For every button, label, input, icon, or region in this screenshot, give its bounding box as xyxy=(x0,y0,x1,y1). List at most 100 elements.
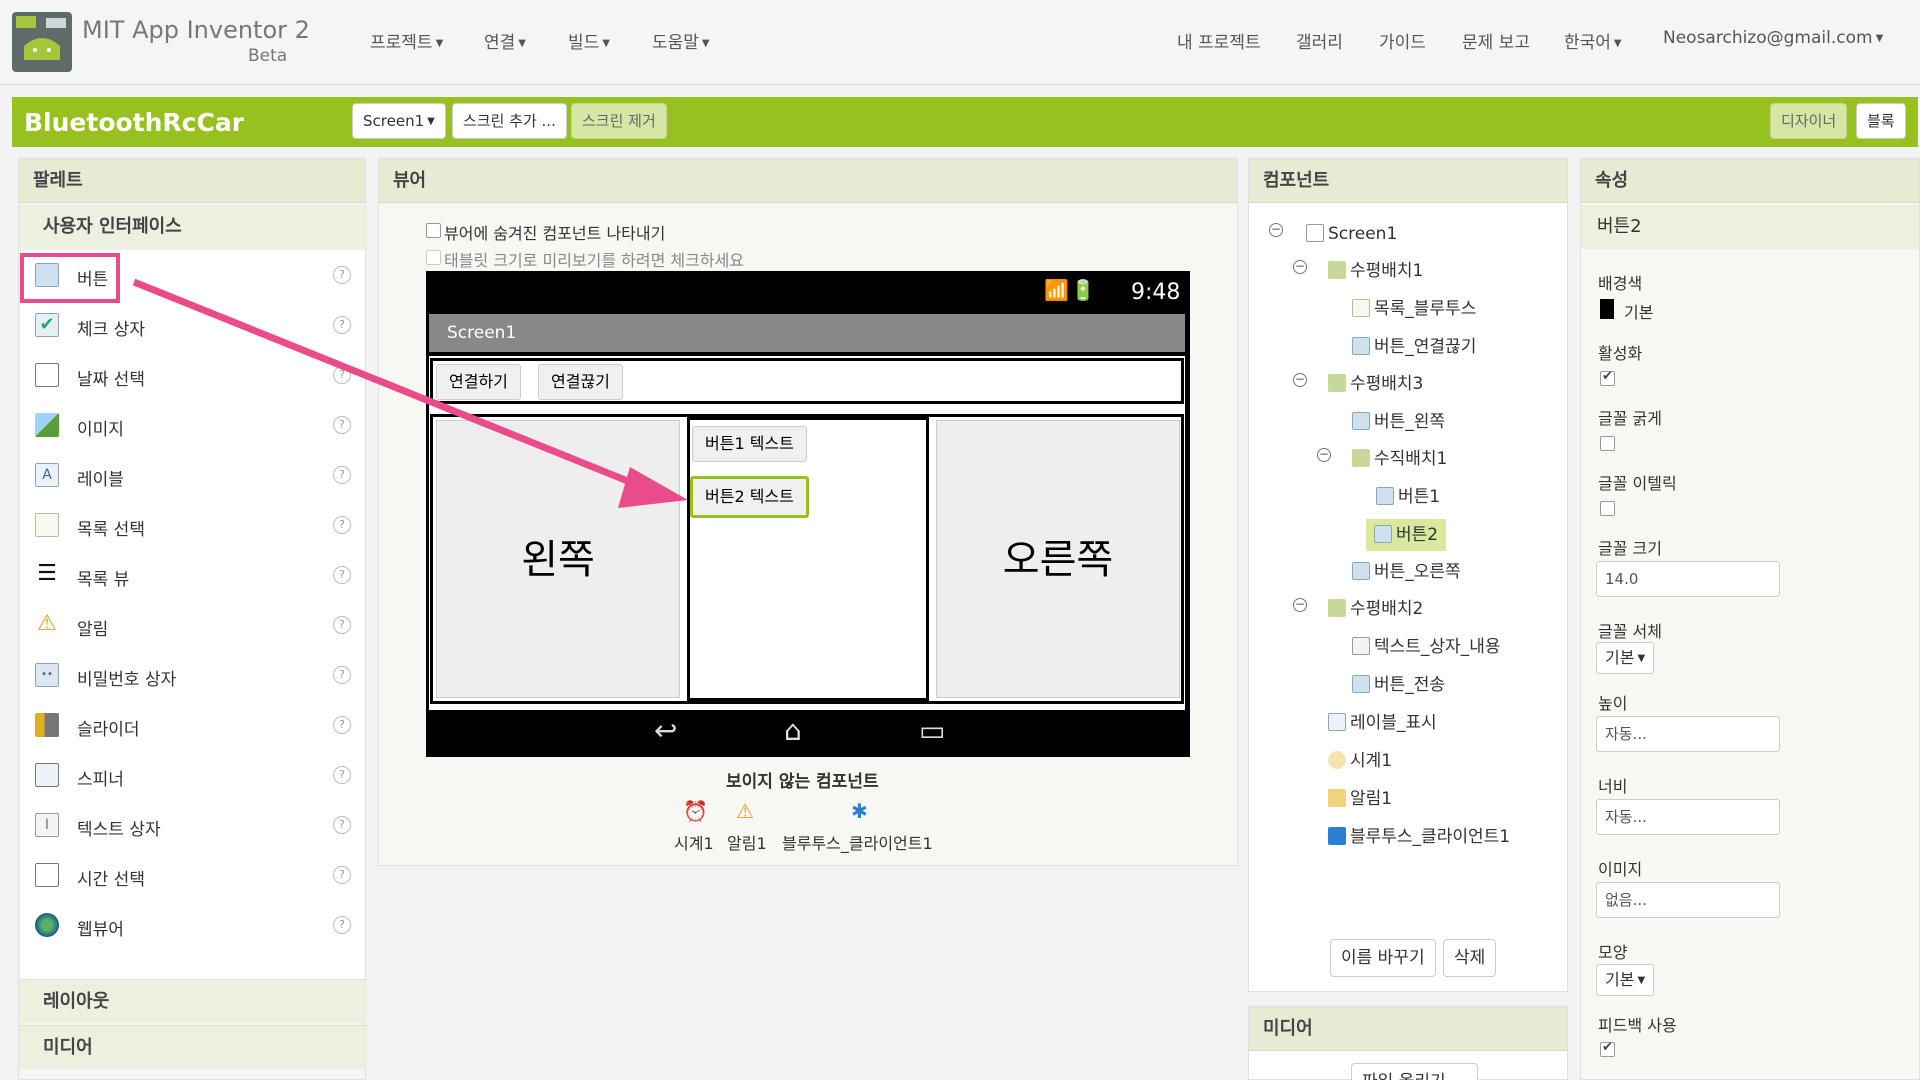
tree-btn-send[interactable]: 버튼_전송 xyxy=(1352,671,1445,699)
horizontal-arrangement-1[interactable]: 연결하기 연결끊기 xyxy=(430,358,1184,404)
tree-bluetooth-client1[interactable]: 블루투스_클라이언트1 xyxy=(1328,823,1510,851)
palette-item-spinner[interactable]: 스피너 ? xyxy=(21,751,365,801)
nav-gallery[interactable]: 갤러리 xyxy=(1296,28,1343,53)
button2-selected[interactable]: 버튼2 텍스트 xyxy=(690,476,809,518)
screen-select-dropdown[interactable]: Screen1 ▼ xyxy=(352,103,446,139)
account-menu[interactable]: Neosarchizo@gmail.com ▼ xyxy=(1663,28,1883,48)
tree-horizontal2[interactable]: 수평배치2 xyxy=(1328,595,1423,623)
help-icon[interactable]: ? xyxy=(333,266,351,284)
tree-label-display[interactable]: 레이블_표시 xyxy=(1328,709,1437,737)
help-icon[interactable]: ? xyxy=(333,616,351,634)
menu-build[interactable]: 빌드 ▼ xyxy=(568,28,610,53)
menu-help[interactable]: 도움말 ▼ xyxy=(652,28,710,53)
delete-button[interactable]: 삭제 xyxy=(1443,939,1497,977)
label-icon xyxy=(1328,713,1346,731)
bgcolor-value[interactable]: 기본 xyxy=(1624,299,1653,323)
nonvisible-notifier[interactable]: 알림1 xyxy=(727,830,767,854)
palette-item-image[interactable]: 이미지 ? xyxy=(21,401,365,451)
help-icon[interactable]: ? xyxy=(333,666,351,684)
palette-item-slider[interactable]: 슬라이더 ? xyxy=(21,701,365,751)
tree-button1[interactable]: 버튼1 xyxy=(1376,483,1440,511)
collapse-icon[interactable]: − xyxy=(1317,448,1331,462)
vertical-arrangement-1[interactable]: 버튼1 텍스트 버튼2 텍스트 xyxy=(687,417,929,701)
palette-item-notifier[interactable]: ⚠ 알림 ? xyxy=(21,601,365,651)
nonvisible-clock[interactable]: 시계1 xyxy=(674,830,714,854)
tree-btn-disconnect[interactable]: 버튼_연결끊기 xyxy=(1352,333,1476,361)
color-swatch[interactable] xyxy=(1600,299,1614,319)
help-icon[interactable]: ? xyxy=(333,466,351,484)
designer-button[interactable]: 디자이너 xyxy=(1770,103,1848,139)
help-icon[interactable]: ? xyxy=(333,366,351,384)
screen-content[interactable]: 연결하기 연결끊기 왼쪽 버튼1 텍스트 버튼2 텍스트 오른쪽 xyxy=(429,356,1185,710)
width-input[interactable]: 자동... xyxy=(1596,799,1780,835)
app-inventor-logo-icon[interactable] xyxy=(12,12,72,72)
enabled-checkbox[interactable] xyxy=(1600,369,1615,386)
button1[interactable]: 버튼1 텍스트 xyxy=(692,426,807,462)
tree-button2-selected[interactable]: 버튼2 xyxy=(1366,519,1447,551)
tree-vertical1[interactable]: 수직배치1 xyxy=(1352,445,1447,473)
palette-section-layout[interactable]: 레이아웃 xyxy=(19,979,367,1023)
tablet-preview-checkbox[interactable] xyxy=(426,250,441,265)
nav-guide[interactable]: 가이드 xyxy=(1379,28,1426,53)
help-icon[interactable]: ? xyxy=(333,416,351,434)
collapse-icon[interactable]: − xyxy=(1293,598,1307,612)
nav-my-projects[interactable]: 내 프로젝트 xyxy=(1177,28,1261,53)
fontsize-input[interactable]: 14.0 xyxy=(1596,561,1780,597)
palette-item-date-picker[interactable]: 날짜 선택 ? xyxy=(21,351,365,401)
palette-item-list-picker[interactable]: 목록 선택 ? xyxy=(21,501,365,551)
language-menu[interactable]: 한국어 ▼ xyxy=(1564,28,1622,53)
nonvisible-bluetooth[interactable]: 블루투스_클라이언트1 xyxy=(782,830,933,854)
help-icon[interactable]: ? xyxy=(333,516,351,534)
rename-button[interactable]: 이름 바꾸기 xyxy=(1330,939,1436,977)
shape-dropdown[interactable]: 기본 ▼ xyxy=(1596,964,1655,996)
palette-item-webviewer[interactable]: 웹뷰어 ? xyxy=(21,901,365,951)
help-icon[interactable]: ? xyxy=(333,916,351,934)
image-input[interactable]: 없음... xyxy=(1596,882,1780,918)
palette-section-media[interactable]: 미디어 xyxy=(19,1025,367,1069)
show-hidden-checkbox[interactable] xyxy=(426,223,441,238)
collapse-icon[interactable]: − xyxy=(1269,223,1283,237)
screen-title-bar[interactable]: Screen1 xyxy=(429,314,1185,352)
palette-item-time-picker[interactable]: 시간 선택 ? xyxy=(21,851,365,901)
help-icon[interactable]: ? xyxy=(333,866,351,884)
tree-screen1[interactable]: Screen1 xyxy=(1306,220,1397,248)
help-icon[interactable]: ? xyxy=(333,816,351,834)
add-screen-button[interactable]: 스크린 추가 ... xyxy=(452,103,567,139)
italic-checkbox[interactable] xyxy=(1600,501,1615,516)
collapse-icon[interactable]: − xyxy=(1293,260,1307,274)
tree-btn-left[interactable]: 버튼_왼쪽 xyxy=(1352,408,1445,436)
palette-item-checkbox[interactable]: ✔ 체크 상자 ? xyxy=(21,301,365,351)
fontface-dropdown[interactable]: 기본 ▼ xyxy=(1596,642,1655,674)
collapse-icon[interactable]: − xyxy=(1293,373,1307,387)
palette-item-label[interactable]: A 레이블 ? xyxy=(21,451,365,501)
tree-horizontal1[interactable]: 수평배치1 xyxy=(1328,257,1423,285)
tree-horizontal3[interactable]: 수평배치3 xyxy=(1328,370,1423,398)
right-button[interactable]: 오른쪽 xyxy=(936,420,1180,698)
disconnect-button[interactable]: 연결끊기 xyxy=(538,364,623,400)
horizontal-arrangement-3[interactable]: 왼쪽 버튼1 텍스트 버튼2 텍스트 오른쪽 xyxy=(430,414,1184,704)
left-button[interactable]: 왼쪽 xyxy=(436,420,680,698)
palette-section-user-interface[interactable]: 사용자 인터페이스 xyxy=(19,205,367,249)
tree-clock1[interactable]: 시계1 xyxy=(1328,747,1392,775)
height-input[interactable]: 자동... xyxy=(1596,716,1780,752)
tree-list-bluetooth[interactable]: 목록_블루투스 xyxy=(1352,295,1476,323)
upload-file-button[interactable]: 파일 올리기 ... xyxy=(1351,1063,1479,1080)
palette-item-password[interactable]: •• 비밀번호 상자 ? xyxy=(21,651,365,701)
menu-project[interactable]: 프로젝트 ▼ xyxy=(370,28,443,53)
feedback-checkbox[interactable] xyxy=(1600,1040,1615,1057)
tree-notifier1[interactable]: 알림1 xyxy=(1328,785,1392,813)
remove-screen-button[interactable]: 스크린 제거 xyxy=(571,103,667,139)
help-icon[interactable]: ? xyxy=(333,316,351,334)
nav-report-issue[interactable]: 문제 보고 xyxy=(1462,28,1530,53)
blocks-button[interactable]: 블록 xyxy=(1856,103,1906,139)
palette-item-list-view[interactable]: ☰ 목록 뷰 ? xyxy=(21,551,365,601)
tree-btn-right[interactable]: 버튼_오른쪽 xyxy=(1352,558,1461,586)
bold-checkbox[interactable] xyxy=(1600,436,1615,451)
palette-item-textbox[interactable]: I 텍스트 상자 ? xyxy=(21,801,365,851)
help-icon[interactable]: ? xyxy=(333,716,351,734)
connect-button[interactable]: 연결하기 xyxy=(436,364,521,400)
menu-connect[interactable]: 연결 ▼ xyxy=(484,28,526,53)
help-icon[interactable]: ? xyxy=(333,766,351,784)
tree-textbox-content[interactable]: 텍스트_상자_내용 xyxy=(1352,633,1500,661)
help-icon[interactable]: ? xyxy=(333,566,351,584)
